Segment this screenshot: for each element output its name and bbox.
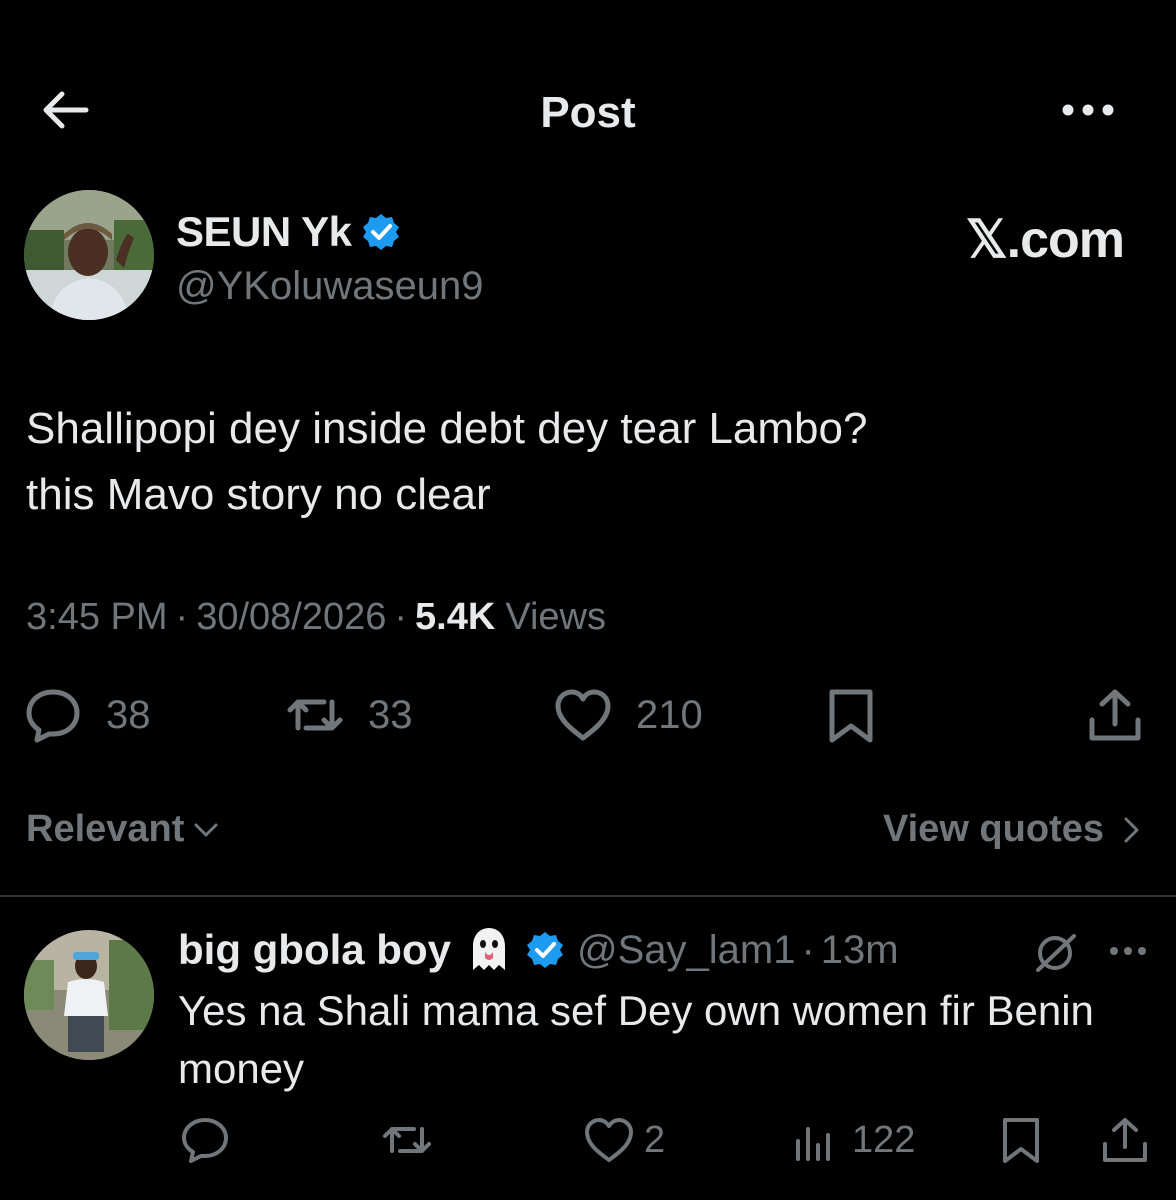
- repost-count: 33: [368, 692, 413, 737]
- repost-icon: [383, 1127, 431, 1153]
- verified-badge-icon: [526, 932, 563, 968]
- sort-label: Relevant: [26, 808, 185, 850]
- reply-avatar[interactable]: [24, 930, 154, 1060]
- verified-badge-icon: [363, 214, 400, 250]
- bookmark-icon: [829, 689, 873, 743]
- more-horizontal-icon[interactable]: [1060, 100, 1116, 120]
- view-quotes-label: View quotes: [882, 808, 1104, 850]
- top-bar: Post: [0, 60, 1176, 164]
- meta-separator: ·: [175, 596, 189, 638]
- bookmark-button[interactable]: [822, 680, 880, 750]
- meta-separator: ·: [394, 596, 408, 638]
- share-button[interactable]: [1100, 1110, 1150, 1170]
- reply-views-count: 122: [852, 1118, 916, 1161]
- views-label: Views: [505, 596, 606, 638]
- post-date: 30/08/2026: [196, 596, 387, 638]
- repost-button[interactable]: 33: [286, 680, 413, 750]
- like-count: 210: [636, 692, 703, 737]
- meta-separator: ·: [801, 927, 815, 972]
- repost-icon: [287, 699, 343, 731]
- post-actions: 38 33 210: [0, 680, 1176, 750]
- repost-button[interactable]: [382, 1110, 432, 1170]
- bar-chart-icon: [796, 1127, 830, 1161]
- page-title: Post: [540, 88, 636, 137]
- reply-button[interactable]: [180, 1110, 230, 1170]
- views-button[interactable]: 122: [792, 1110, 915, 1170]
- divider: [0, 895, 1176, 897]
- like-button[interactable]: 2: [584, 1110, 665, 1170]
- reply-like-count: 2: [644, 1118, 666, 1161]
- speech-bubble-icon: [182, 1118, 228, 1163]
- view-quotes-link[interactable]: View quotes: [883, 808, 1146, 851]
- post-meta: 3:45 PM · 30/08/2026 · 5.4K Views: [26, 596, 606, 639]
- replies-sort-row: Relevant View quotes: [0, 800, 1176, 864]
- ghost-emoji-icon: [472, 928, 505, 970]
- reply-display-name[interactable]: big gbola boy: [178, 926, 451, 974]
- author-handle[interactable]: @YKoluwaseun9: [176, 264, 483, 309]
- views-count[interactable]: 5.4K: [415, 596, 495, 639]
- reply-header: big gbola boy @Say_lam1 · 13m: [178, 924, 899, 976]
- reply-actions: 2 122: [0, 1110, 1176, 1170]
- speech-bubble-icon: [26, 689, 80, 743]
- post-text: Shallipopi dey inside debt dey tear Lamb…: [26, 404, 868, 519]
- avatar[interactable]: [24, 190, 154, 320]
- heart-icon: [585, 1118, 633, 1162]
- share-button[interactable]: [1086, 680, 1144, 750]
- post-time: 3:45 PM: [26, 596, 168, 638]
- sort-dropdown[interactable]: Relevant: [26, 808, 220, 851]
- like-button[interactable]: 210: [554, 680, 703, 750]
- post-author: SEUN Yk @YKoluwaseun9 𝕏.com: [24, 190, 1154, 330]
- bookmark-icon: [1003, 1118, 1039, 1163]
- reply-count: 38: [106, 692, 151, 737]
- grok-icon[interactable]: [1030, 928, 1080, 978]
- bookmark-button[interactable]: [996, 1110, 1046, 1170]
- reply-handle[interactable]: @Say_lam1: [577, 928, 795, 973]
- x-com-watermark: 𝕏.com: [965, 211, 1125, 269]
- chevron-down-icon: [194, 823, 218, 836]
- reply-item[interactable]: big gbola boy @Say_lam1 · 13m Yes na Sha…: [0, 898, 1176, 1200]
- chevron-right-icon: [1124, 817, 1139, 842]
- reply-time: 13m: [820, 927, 899, 972]
- reply-text: Yes na Shali mama sef Dey own women fir …: [178, 987, 1094, 1092]
- reply-button[interactable]: 38: [24, 680, 151, 750]
- share-icon: [1089, 689, 1141, 741]
- more-horizontal-icon[interactable]: [1108, 944, 1148, 958]
- author-display-name[interactable]: SEUN Yk: [176, 208, 352, 256]
- author-name-row: SEUN Yk: [176, 208, 401, 256]
- heart-icon: [555, 689, 611, 741]
- share-icon: [1103, 1118, 1147, 1162]
